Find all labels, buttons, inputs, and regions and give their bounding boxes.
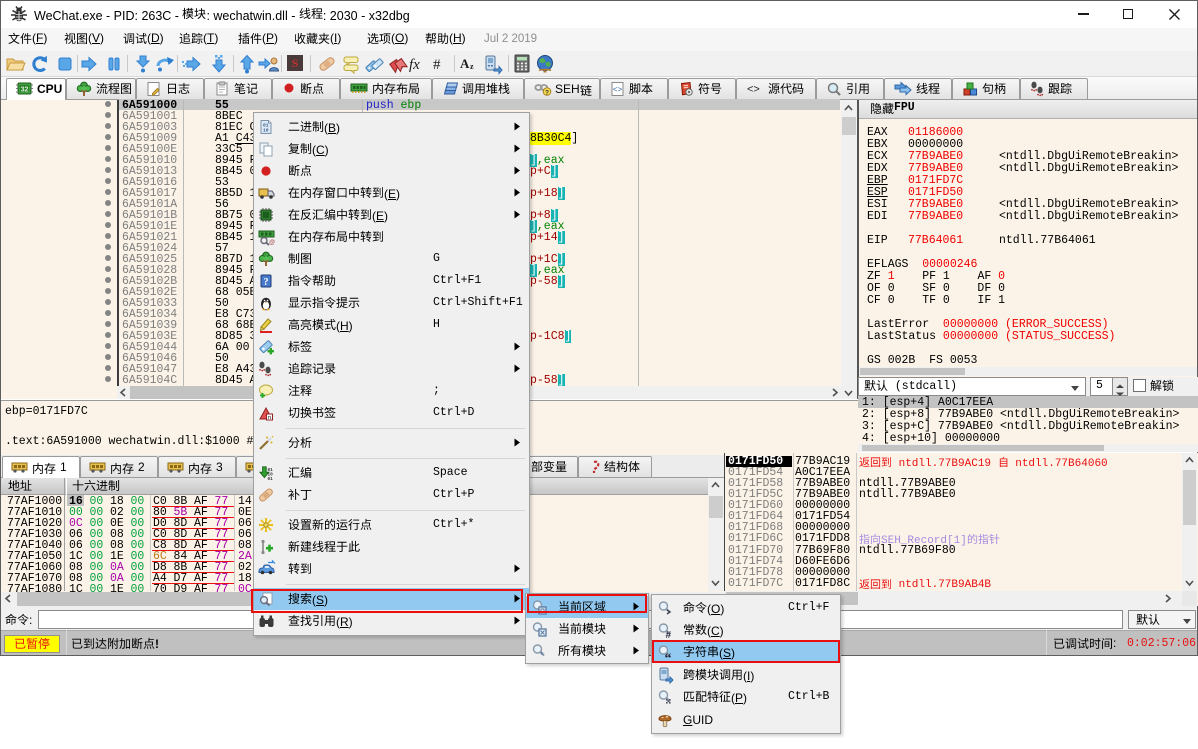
svg-text:z: z: [470, 62, 474, 71]
svg-text:01: 01: [268, 477, 274, 482]
svg-text:<>: <>: [747, 84, 760, 96]
svg-text:#: #: [433, 57, 441, 73]
svg-text:<>: <>: [613, 86, 623, 95]
svg-text:fx: fx: [409, 57, 420, 73]
svg-text:?: ?: [264, 277, 269, 288]
svg-text:*: *: [540, 650, 544, 660]
svg-text:@: @: [269, 240, 275, 246]
svg-text:10: 10: [263, 127, 269, 133]
svg-text:A: A: [460, 56, 470, 71]
svg-text:32: 32: [21, 87, 29, 94]
svg-text:n: n: [268, 414, 271, 421]
svg-text:?: ?: [545, 89, 549, 96]
svg-text:S: S: [292, 56, 299, 70]
